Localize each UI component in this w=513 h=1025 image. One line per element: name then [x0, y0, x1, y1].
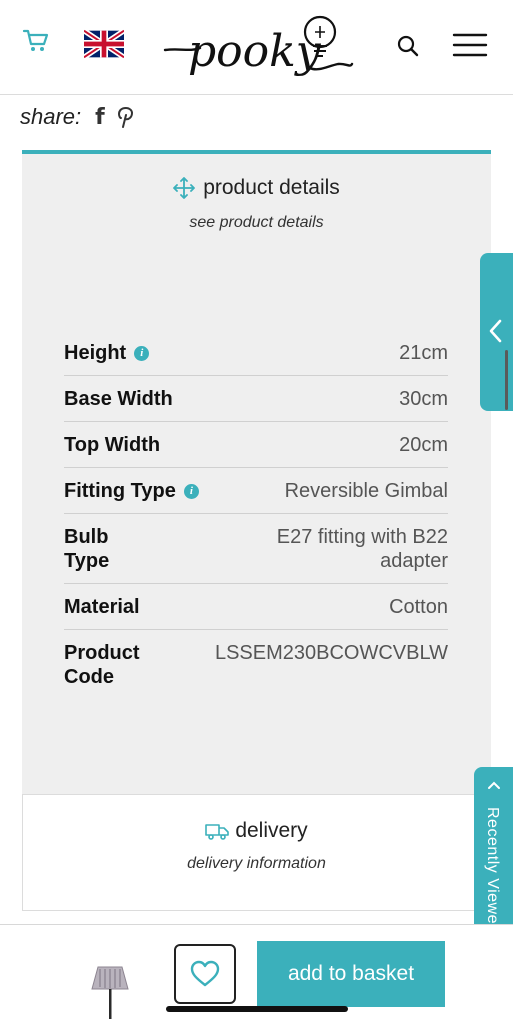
product-details-panel: product details see product details Heig… [22, 150, 491, 795]
chevron-left-icon [489, 319, 502, 343]
truck-icon [205, 824, 230, 840]
spec-value: E27 fitting with B22 adapter [276, 526, 448, 572]
recently-viewed-label: Recently Viewed [484, 807, 501, 934]
spec-value: Reversible Gimbal [284, 480, 448, 502]
spec-value: 21cm [399, 342, 448, 364]
product-details-subtitle[interactable]: see product details [22, 214, 491, 232]
site-header: pooky [0, 0, 513, 95]
pinterest-icon[interactable] [117, 106, 135, 128]
delivery-toggle[interactable]: delivery [205, 819, 308, 843]
spec-label: Bulb Type [64, 526, 110, 572]
spec-row-material: Material Cotton [64, 584, 448, 630]
info-icon[interactable]: i [183, 483, 199, 499]
share-label: share: [20, 104, 82, 129]
spec-label: Fitting Type [64, 480, 176, 502]
spec-value: LSSEM230BCOWCVBLW [214, 642, 448, 664]
spec-label: Material [64, 596, 140, 618]
info-icon[interactable]: i [134, 345, 150, 361]
wishlist-button[interactable] [174, 944, 236, 1004]
product-details-toggle[interactable]: product details [173, 176, 340, 200]
spec-row-bulb-type: Bulb Type E27 fitting with B22 adapter [64, 514, 448, 584]
move-arrows-icon [173, 177, 196, 199]
facebook-icon[interactable]: f [95, 105, 105, 130]
pooky-logo[interactable]: pooky [160, 8, 355, 88]
spec-label: Top Width [64, 434, 161, 456]
spec-label: Product Code [64, 642, 140, 688]
spec-value: 30cm [399, 388, 448, 410]
share-row: share: f [20, 104, 135, 130]
heart-icon [190, 960, 220, 987]
spec-label: Base Width [64, 388, 173, 410]
search-icon[interactable] [396, 34, 420, 58]
chevron-up-icon [488, 781, 500, 789]
spec-table: Height i 21cm Base Width 30cm Top Width 2… [64, 332, 448, 699]
menu-icon[interactable] [452, 32, 488, 58]
add-to-basket-button[interactable]: add to basket [257, 941, 445, 1007]
spec-row-fitting-type: Fitting Type i Reversible Gimbal [64, 468, 448, 514]
delivery-panel: delivery delivery information [22, 794, 491, 911]
spec-row-product-code: Product Code LSSEM230BCOWCVBLW [64, 630, 448, 699]
logo-text: pooky [188, 26, 322, 77]
delivery-subtitle[interactable]: delivery information [23, 855, 490, 873]
home-indicator [166, 1006, 348, 1012]
spec-row-base-width: Base Width 30cm [64, 376, 448, 422]
product-thumbnail[interactable] [88, 963, 132, 1019]
spec-label: Height [64, 342, 127, 364]
uk-flag-icon[interactable] [84, 29, 124, 59]
spec-row-top-width: Top Width 20cm [64, 422, 448, 468]
spec-row-height: Height i 21cm [64, 332, 448, 376]
cart-icon[interactable] [22, 27, 50, 53]
spec-value: Cotton [389, 596, 448, 618]
scrollbar[interactable] [505, 350, 508, 410]
side-drawer-tab[interactable] [480, 253, 513, 411]
spec-value: 20cm [399, 434, 448, 456]
delivery-title: delivery [235, 819, 308, 842]
product-details-title: product details [203, 176, 340, 199]
